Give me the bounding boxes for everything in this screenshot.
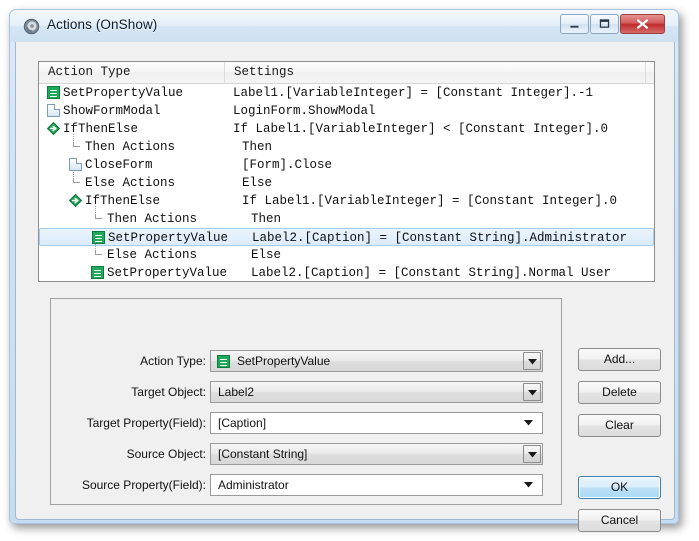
close-button[interactable] — [620, 14, 665, 34]
row-action-type: CloseForm — [85, 158, 153, 172]
table-row[interactable]: SetPropertyValue Label2.[Caption] = [Cons… — [39, 264, 654, 281]
list-body: SetPropertyValue Label1.[VariableInteger]… — [39, 84, 654, 281]
branch-icon — [46, 121, 61, 136]
field-label: Source Object: — [126, 447, 206, 461]
chevron-down-icon[interactable] — [523, 352, 541, 370]
field-input[interactable]: [Caption] — [210, 412, 543, 434]
column-header-spacer[interactable] — [646, 62, 654, 83]
table-row[interactable]: ShowFormModal LoginForm.ShowModal — [39, 102, 654, 120]
row-settings: Then — [242, 140, 273, 154]
table-row[interactable]: Then Actions Then — [39, 134, 654, 156]
row-action-type: IfThenElse — [85, 194, 161, 208]
table-row[interactable]: Else Actions Else — [39, 242, 654, 264]
row-settings: Else — [251, 248, 282, 262]
list-header: Action Type Settings — [39, 62, 654, 84]
field-value: Label2 — [218, 385, 255, 399]
dialog-client-area: Action Type Settings SetPropertyValue Lab… — [15, 42, 675, 532]
field-dropdown[interactable]: [Constant String] — [210, 443, 543, 465]
chevron-down-icon[interactable] — [521, 415, 539, 433]
row-action-type: Else Actions — [85, 176, 176, 190]
maximize-button[interactable] — [590, 14, 619, 34]
add-button[interactable]: Add... — [578, 348, 661, 371]
row-settings: Then — [251, 212, 282, 226]
title-bar[interactable]: Actions (OnShow) — [10, 10, 678, 42]
property-icon — [217, 355, 230, 368]
row-settings: Label1.[VariableInteger] = [Constant Int… — [233, 86, 594, 100]
table-row[interactable]: IfThenElse If Label1.[VariableInteger] = … — [39, 192, 654, 210]
table-row[interactable]: Then Actions Then — [39, 206, 654, 228]
row-action-type: Then Actions — [107, 212, 198, 226]
clear-button[interactable]: Clear — [578, 414, 661, 437]
branch-icon — [68, 193, 83, 208]
row-action-type: ShowFormModal — [63, 104, 161, 118]
table-row[interactable]: CloseForm [Form].Close — [39, 156, 654, 174]
chevron-down-icon[interactable] — [521, 477, 539, 495]
elbow-icon — [91, 206, 102, 228]
document-icon — [47, 104, 60, 117]
window-title: Actions (OnShow) — [47, 17, 158, 32]
table-row[interactable]: SetPropertyValue Label1.[VariableInteger]… — [39, 84, 654, 102]
table-row[interactable]: SetPropertyValue Label2.[Caption] = [Cons… — [39, 228, 654, 246]
cancel-button[interactable]: Cancel — [578, 509, 661, 532]
row-action-type: SetPropertyValue — [63, 86, 184, 100]
actions-tree-list[interactable]: Action Type Settings SetPropertyValue Lab… — [38, 61, 655, 282]
row-action-type: IfThenElse — [63, 122, 139, 136]
row-settings: Label2.[Caption] = [Constant String].Nor… — [251, 266, 612, 280]
dialog-window: Actions (OnShow) Action Type Settings Se… — [9, 9, 679, 532]
row-settings: If Label1.[VariableInteger] = [Constant … — [242, 194, 618, 208]
field-dropdown[interactable]: SetPropertyValue — [210, 350, 543, 372]
row-settings: If Label1.[VariableInteger] < [Constant … — [233, 122, 609, 136]
field-label: Target Object: — [131, 385, 206, 399]
delete-button[interactable]: Delete — [578, 381, 661, 404]
chevron-down-icon[interactable] — [523, 383, 541, 401]
field-value: SetPropertyValue — [237, 354, 331, 368]
field-label: Action Type: — [140, 354, 206, 368]
app-gear-disc-icon — [23, 18, 40, 35]
field-value: [Constant String] — [218, 447, 308, 461]
field-value: Administrator — [218, 478, 289, 492]
chevron-down-icon[interactable] — [523, 445, 541, 463]
minimize-button[interactable] — [560, 14, 589, 34]
row-action-type: SetPropertyValue — [107, 266, 228, 280]
row-action-type: SetPropertyValue — [108, 231, 229, 245]
document-icon — [69, 158, 82, 171]
field-label: Target Property(Field): — [86, 416, 206, 430]
property-icon — [47, 86, 60, 99]
row-settings: Else — [242, 176, 273, 190]
column-header-settings[interactable]: Settings — [225, 62, 646, 83]
elbow-icon — [91, 242, 102, 264]
row-settings: Label2.[Caption] = [Constant String].Adm… — [252, 231, 628, 245]
field-label: Source Property(Field): — [81, 478, 206, 492]
ok-button[interactable]: OK — [578, 476, 661, 499]
column-header-action-type[interactable]: Action Type — [39, 62, 225, 83]
row-action-type: Then Actions — [85, 140, 176, 154]
row-settings: LoginForm.ShowModal — [233, 104, 376, 118]
property-icon — [91, 266, 104, 279]
row-action-type: Else Actions — [107, 248, 198, 262]
action-editor-group: Action Type: SetPropertyValue Target Objec… — [50, 298, 562, 505]
property-icon — [92, 231, 105, 244]
elbow-icon — [69, 134, 80, 156]
field-dropdown[interactable]: Label2 — [210, 381, 543, 403]
field-input[interactable]: Administrator — [210, 474, 543, 496]
field-value: [Caption] — [218, 416, 267, 430]
table-row[interactable]: Else Actions Else — [39, 170, 654, 192]
table-row[interactable]: IfThenElse If Label1.[VariableInteger] < … — [39, 120, 654, 138]
row-settings: [Form].Close — [242, 158, 333, 172]
elbow-icon — [69, 170, 80, 192]
